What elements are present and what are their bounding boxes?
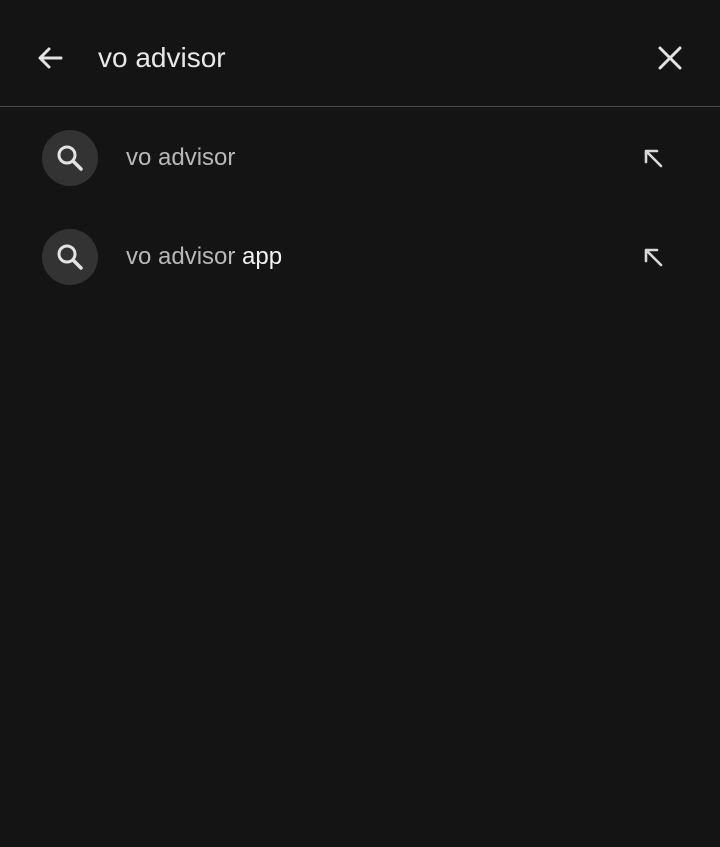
- suggestion-match-text: vo advisor: [126, 243, 236, 270]
- suggestion-match-text: vo advisor: [126, 144, 236, 171]
- arrow-up-left-icon: [644, 149, 663, 168]
- suggestion-icon-badge: [42, 229, 98, 285]
- arrow-back-icon: [38, 47, 63, 69]
- suggestion-text: vo advisor app: [126, 241, 282, 273]
- search-icon: [57, 244, 83, 270]
- search-input[interactable]: [98, 36, 618, 80]
- fill-query-button[interactable]: [630, 135, 676, 181]
- suggestion-list: vo advisor vo advisor app: [0, 108, 720, 306]
- suggestion-text: vo advisor: [126, 142, 235, 174]
- search-icon: [57, 145, 83, 171]
- suggestion-completion-text: app: [235, 243, 283, 270]
- arrow-up-left-icon: [644, 248, 663, 267]
- suggestion-item[interactable]: vo advisor app: [0, 207, 720, 306]
- back-button[interactable]: [26, 34, 74, 82]
- close-icon: [658, 46, 682, 70]
- suggestion-icon-badge: [42, 130, 98, 186]
- suggestion-item[interactable]: vo advisor: [0, 108, 720, 207]
- search-bar: [0, 0, 720, 107]
- clear-search-button[interactable]: [646, 34, 694, 82]
- fill-query-button[interactable]: [630, 234, 676, 280]
